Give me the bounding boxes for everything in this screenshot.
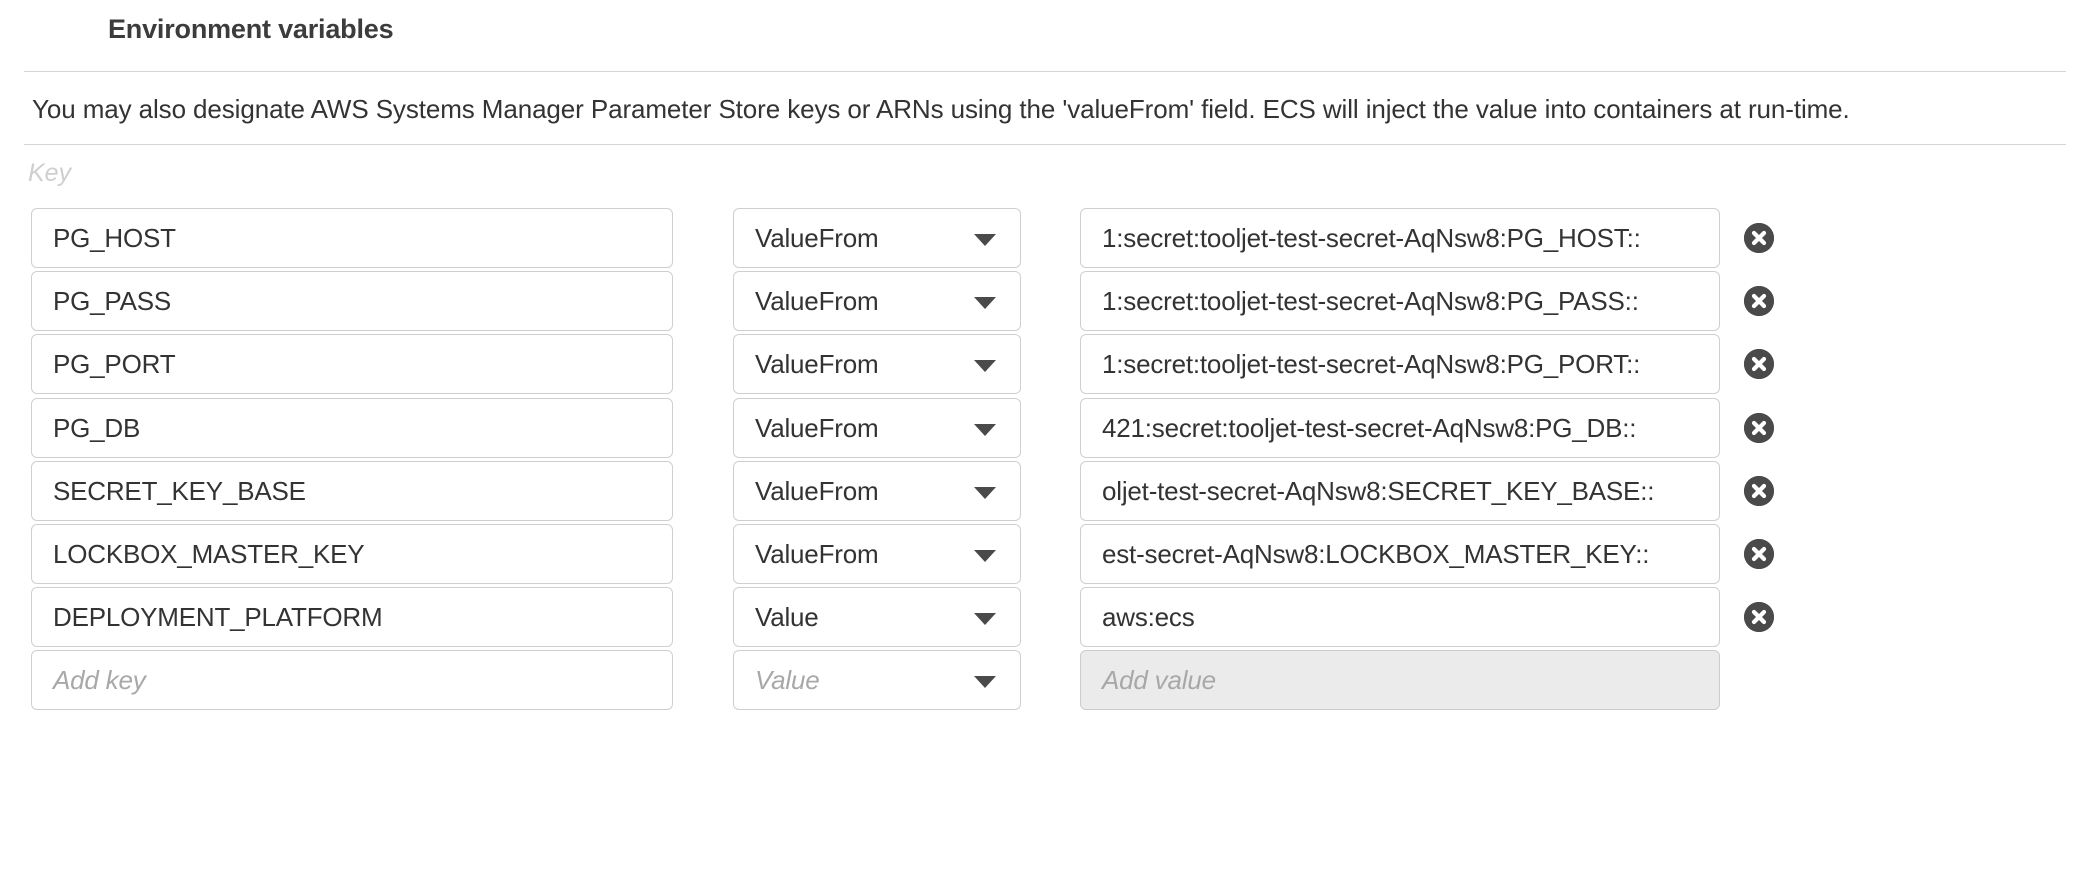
env-key-text: PG_DB — [32, 413, 140, 444]
chevron-down-icon — [974, 613, 996, 625]
chevron-down-icon — [974, 360, 996, 372]
env-key-input[interactable]: PG_PASS — [31, 271, 673, 331]
env-value-text: 1:secret:tooljet-test-secret-AqNsw8:PG_P… — [1081, 286, 1639, 317]
env-value-text: Add value — [1081, 665, 1216, 696]
remove-circle-icon[interactable] — [1744, 286, 1774, 316]
environment-variables-panel: Environment variables You may also desig… — [0, 0, 2086, 878]
env-key-input[interactable]: PG_PORT — [31, 334, 673, 394]
chevron-down-icon — [974, 487, 996, 499]
remove-circle-icon[interactable] — [1744, 413, 1774, 443]
env-key-input[interactable]: SECRET_KEY_BASE — [31, 461, 673, 521]
env-value-type-select[interactable]: ValueFrom — [733, 334, 1021, 394]
env-value-input[interactable]: est-secret-AqNsw8:LOCKBOX_MASTER_KEY:: — [1080, 524, 1720, 584]
env-var-row: PG_DB ValueFrom 421:secret:tooljet-test-… — [0, 398, 2086, 458]
env-var-row: PG_PORT ValueFrom 1:secret:tooljet-test-… — [0, 334, 2086, 394]
page-title: Environment variables — [108, 14, 393, 45]
env-value-text: aws:ecs — [1081, 602, 1195, 633]
env-value-input[interactable]: 421:secret:tooljet-test-secret-AqNsw8:PG… — [1080, 398, 1720, 458]
chevron-down-icon — [974, 234, 996, 246]
remove-circle-icon[interactable] — [1744, 223, 1774, 253]
env-key-input[interactable]: Add key — [31, 650, 673, 710]
env-var-row: Add key Value Add value — [0, 650, 2086, 710]
env-key-input[interactable]: DEPLOYMENT_PLATFORM — [31, 587, 673, 647]
env-value-input[interactable]: 1:secret:tooljet-test-secret-AqNsw8:PG_H… — [1080, 208, 1720, 268]
remove-circle-icon[interactable] — [1744, 602, 1774, 632]
env-var-row: PG_HOST ValueFrom 1:secret:tooljet-test-… — [0, 208, 2086, 268]
env-value-type-select[interactable]: ValueFrom — [733, 524, 1021, 584]
env-var-row: SECRET_KEY_BASE ValueFrom oljet-test-sec… — [0, 461, 2086, 521]
env-value-input[interactable]: Add value — [1080, 650, 1720, 710]
key-column-label: Key — [28, 159, 71, 188]
env-value-input[interactable]: 1:secret:tooljet-test-secret-AqNsw8:PG_P… — [1080, 334, 1720, 394]
env-value-type-text: ValueFrom — [734, 413, 878, 444]
env-value-text: est-secret-AqNsw8:LOCKBOX_MASTER_KEY:: — [1081, 539, 1649, 570]
env-value-type-select[interactable]: ValueFrom — [733, 398, 1021, 458]
env-key-input[interactable]: PG_HOST — [31, 208, 673, 268]
env-value-text: 1:secret:tooljet-test-secret-AqNsw8:PG_H… — [1081, 223, 1641, 254]
env-value-text: oljet-test-secret-AqNsw8:SECRET_KEY_BASE… — [1081, 476, 1654, 507]
env-value-type-text: ValueFrom — [734, 476, 878, 507]
chevron-down-icon — [974, 550, 996, 562]
env-value-type-text: ValueFrom — [734, 286, 878, 317]
env-value-input[interactable]: oljet-test-secret-AqNsw8:SECRET_KEY_BASE… — [1080, 461, 1720, 521]
env-value-text: 421:secret:tooljet-test-secret-AqNsw8:PG… — [1081, 413, 1636, 444]
divider-bottom — [24, 144, 2066, 145]
env-value-type-select[interactable]: ValueFrom — [733, 271, 1021, 331]
env-key-text: Add key — [32, 665, 146, 696]
env-value-input[interactable]: aws:ecs — [1080, 587, 1720, 647]
divider-top — [24, 71, 2066, 72]
env-key-text: LOCKBOX_MASTER_KEY — [32, 539, 364, 570]
env-value-input[interactable]: 1:secret:tooljet-test-secret-AqNsw8:PG_P… — [1080, 271, 1720, 331]
env-value-type-text: Value — [734, 665, 820, 696]
env-value-type-select[interactable]: Value — [733, 650, 1021, 710]
env-value-type-select[interactable]: ValueFrom — [733, 208, 1021, 268]
remove-circle-icon[interactable] — [1744, 476, 1774, 506]
env-key-text: DEPLOYMENT_PLATFORM — [32, 602, 382, 633]
env-value-type-text: ValueFrom — [734, 539, 878, 570]
env-var-row: PG_PASS ValueFrom 1:secret:tooljet-test-… — [0, 271, 2086, 331]
env-var-row: DEPLOYMENT_PLATFORM Value aws:ecs — [0, 587, 2086, 647]
env-value-text: 1:secret:tooljet-test-secret-AqNsw8:PG_P… — [1081, 349, 1640, 380]
section-description: You may also designate AWS Systems Manag… — [32, 94, 1850, 125]
chevron-down-icon — [974, 676, 996, 688]
chevron-down-icon — [974, 297, 996, 309]
env-value-type-text: ValueFrom — [734, 223, 878, 254]
env-value-type-text: Value — [734, 602, 819, 633]
chevron-down-icon — [974, 424, 996, 436]
env-key-input[interactable]: PG_DB — [31, 398, 673, 458]
env-key-text: PG_PORT — [32, 349, 175, 380]
env-value-type-text: ValueFrom — [734, 349, 878, 380]
env-key-text: PG_PASS — [32, 286, 171, 317]
remove-circle-icon[interactable] — [1744, 539, 1774, 569]
env-value-type-select[interactable]: ValueFrom — [733, 461, 1021, 521]
env-key-input[interactable]: LOCKBOX_MASTER_KEY — [31, 524, 673, 584]
env-key-text: PG_HOST — [32, 223, 176, 254]
env-value-type-select[interactable]: Value — [733, 587, 1021, 647]
remove-circle-icon[interactable] — [1744, 349, 1774, 379]
env-var-row: LOCKBOX_MASTER_KEY ValueFrom est-secret-… — [0, 524, 2086, 584]
env-key-text: SECRET_KEY_BASE — [32, 476, 306, 507]
